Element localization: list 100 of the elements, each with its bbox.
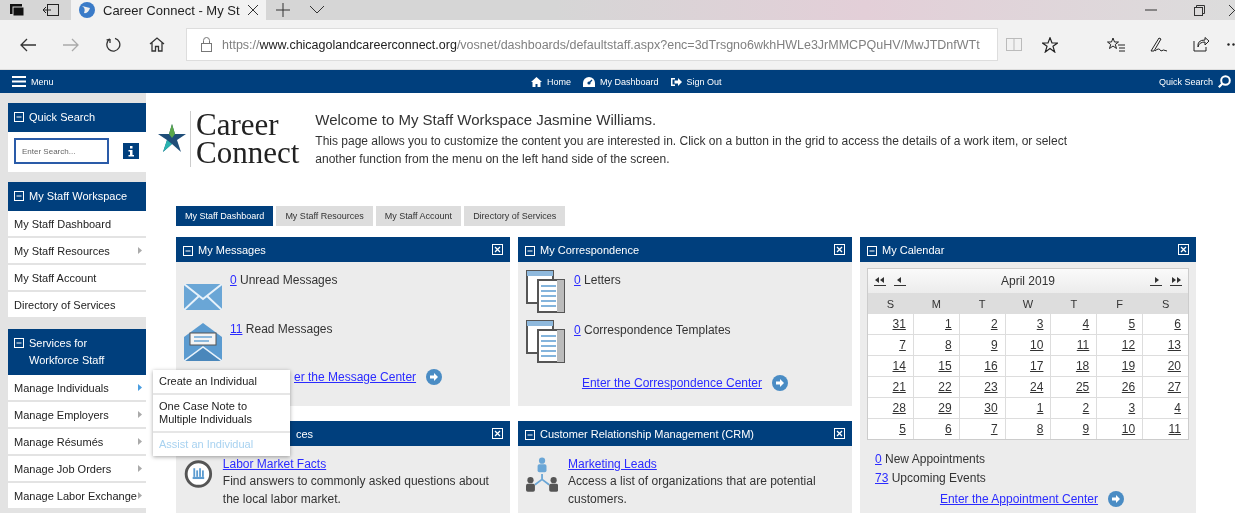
star-icon[interactable] [1042, 36, 1058, 53]
browser-tab[interactable]: Career Connect - My St [71, 0, 266, 20]
calendar-day[interactable]: 9 [1051, 419, 1097, 439]
labor-market-link[interactable]: Labor Market Facts [222, 457, 327, 471]
share-icon[interactable] [1193, 37, 1210, 52]
chevron-down-icon[interactable] [310, 6, 324, 14]
calendar-day[interactable]: 17 [1005, 356, 1051, 376]
calendar-day[interactable]: 31 [868, 314, 913, 334]
calendar-day[interactable]: 9 [959, 335, 1005, 355]
collapse-icon[interactable] [525, 246, 535, 256]
message-center-link[interactable]: er the Message Center [294, 370, 417, 384]
tab[interactable]: Directory of Services [464, 206, 566, 226]
calendar-day[interactable]: 8 [1005, 419, 1051, 439]
address-bar[interactable]: https://www.chicagolandcareerconnect.org/vosnet/dashboards/defaultstaff.aspx?enc=3dTrsgno6wkhHWLe3JrMMCPQuHV/MwJTDnfWTt [186, 28, 998, 61]
calendar-day[interactable]: 16 [959, 356, 1005, 376]
calendar-day[interactable]: 2 [1051, 398, 1097, 418]
submenu-item[interactable]: One Case Note to Multiple Individuals [153, 395, 290, 433]
favorites-icon[interactable] [1106, 37, 1125, 52]
nav-link[interactable]: Home [530, 76, 571, 87]
pen-icon[interactable] [1149, 36, 1168, 53]
tab[interactable]: My Staff Resources [276, 206, 373, 226]
count-link[interactable]: 0 [574, 323, 581, 337]
calendar-day[interactable]: 15 [913, 356, 959, 376]
right-icon[interactable] [1150, 276, 1162, 286]
submenu-item[interactable]: Create an Individual [153, 370, 290, 395]
tab[interactable]: My Staff Dashboard [176, 206, 274, 226]
calendar-day[interactable]: 20 [1143, 356, 1188, 376]
arrow-circle-icon[interactable] [426, 369, 443, 385]
calendar-day[interactable]: 10 [1097, 419, 1143, 439]
search-field[interactable]: Enter Search... [14, 138, 109, 164]
count-text: 0 Correspondence Templates [574, 322, 731, 339]
arrow-circle-icon[interactable] [1108, 491, 1125, 507]
calendar-day[interactable]: 22 [913, 377, 959, 397]
collapse-icon[interactable] [14, 338, 24, 348]
calendar-day[interactable]: 8 [913, 335, 959, 355]
calendar-day[interactable]: 24 [1005, 377, 1051, 397]
calendar-day[interactable]: 27 [1143, 377, 1188, 397]
calendar-day[interactable]: 6 [1143, 314, 1188, 334]
double-left-icon[interactable] [874, 276, 886, 286]
collapse-icon[interactable] [525, 430, 535, 440]
back-icon[interactable] [19, 37, 36, 52]
count-link[interactable]: 73 [875, 471, 889, 485]
calendar-day[interactable]: 1 [913, 314, 959, 334]
arrow-circle-icon[interactable] [772, 375, 789, 391]
home-icon[interactable] [148, 37, 165, 52]
calendar-day[interactable]: 3 [1097, 398, 1143, 418]
calendar-day[interactable]: 13 [1143, 335, 1188, 355]
calendar-day[interactable]: 5 [868, 419, 913, 439]
calendar-day[interactable]: 10 [1005, 335, 1051, 355]
collapse-icon[interactable] [14, 112, 24, 122]
calendar-day[interactable]: 14 [868, 356, 913, 376]
calendar-day[interactable]: 18 [1051, 356, 1097, 376]
tab-aside-icon[interactable] [43, 4, 59, 16]
nav-link[interactable]: My Dashboard [582, 76, 659, 87]
calendar-day[interactable]: 6 [913, 419, 959, 439]
appointment-center-link[interactable]: Enter the Appointment Center [939, 492, 1099, 506]
calendar-day[interactable]: 4 [1051, 314, 1097, 334]
refresh-icon[interactable] [106, 37, 121, 52]
calendar-day[interactable]: 2 [959, 314, 1005, 334]
search-icon [1218, 75, 1231, 88]
calendar-day[interactable]: 28 [868, 398, 913, 418]
calendar-day[interactable]: 5 [1097, 314, 1143, 334]
calendar-day[interactable]: 26 [1097, 377, 1143, 397]
calendar-day[interactable]: 11 [1051, 335, 1097, 355]
collapse-icon[interactable] [14, 191, 24, 201]
calendar-day[interactable]: 11 [1143, 419, 1188, 439]
calendar-day[interactable]: 7 [959, 419, 1005, 439]
plus-icon[interactable] [276, 3, 290, 17]
double-right-icon[interactable] [1170, 276, 1182, 286]
info-icon[interactable] [123, 143, 139, 159]
marketing-leads-link[interactable]: Marketing Leads [568, 457, 657, 471]
calendar-day[interactable]: 12 [1097, 335, 1143, 355]
tab[interactable]: My Staff Account [375, 206, 462, 226]
calendar-day[interactable]: 25 [1051, 377, 1097, 397]
panel-title: Quick Search [29, 110, 96, 125]
calendar-day[interactable]: 29 [913, 398, 959, 418]
more-icon[interactable] [1227, 43, 1235, 46]
calendar-day[interactable]: 3 [1005, 314, 1051, 334]
collapse-icon[interactable] [183, 246, 193, 256]
calendar-day[interactable]: 23 [959, 377, 1005, 397]
calendar-day[interactable]: 4 [1143, 398, 1188, 418]
correspondence-center-link[interactable]: Enter the Correspondence Center [581, 376, 763, 390]
calendar-day[interactable]: 7 [868, 335, 913, 355]
count-link[interactable]: 0 [230, 273, 237, 287]
calendar-day[interactable]: 19 [1097, 356, 1143, 376]
calendar-day[interactable]: 30 [959, 398, 1005, 418]
collapse-icon[interactable] [867, 246, 877, 256]
open-envelope-icon [184, 323, 222, 361]
nav-link[interactable]: Sign Out [670, 76, 722, 87]
count-link[interactable]: 0 [574, 273, 581, 287]
quick-search-button[interactable]: Quick Search [1158, 75, 1231, 88]
window-icon[interactable] [10, 4, 24, 16]
calendar-day[interactable]: 1 [1005, 398, 1051, 418]
calendar-day[interactable]: 21 [868, 377, 913, 397]
left-icon[interactable] [894, 276, 906, 286]
menu-button[interactable]: Menu [12, 76, 54, 87]
restore-icon[interactable] [1193, 4, 1205, 16]
count-link[interactable]: 0 [875, 452, 882, 466]
panel-title: Services for Workforce Staff [29, 336, 106, 368]
count-link[interactable]: 11 [230, 322, 243, 336]
